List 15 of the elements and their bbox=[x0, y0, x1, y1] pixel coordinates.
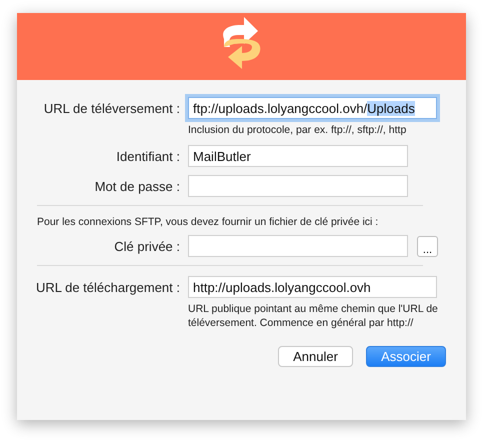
input-field[interactable]: http://uploads.lolyangccool.ovh bbox=[188, 276, 437, 298]
note-text: Pour les connexions SFTP, vous devez fournir un fichier de clé privée ici : bbox=[37, 216, 380, 228]
field-label: Identifiant : bbox=[115, 148, 181, 164]
hint-text: Inclusion du protocole, par ex. ftp://, sftp://, http bbox=[188, 123, 408, 137]
input-field[interactable] bbox=[188, 235, 408, 257]
field-label: URL de téléchargement : bbox=[34, 280, 181, 294]
hint-text: URL publique pointant au même chemin que l'URL de téléversement. Commence en général par http:// bbox=[188, 302, 438, 330]
input-field[interactable]: MailButler bbox=[188, 145, 408, 167]
field-label: Mot de passe : bbox=[94, 178, 181, 194]
input-field[interactable] bbox=[188, 175, 408, 197]
field-label: Clé privée : bbox=[113, 238, 181, 254]
browse-button[interactable]: ... bbox=[417, 236, 438, 256]
input-field[interactable]: ftp://uploads.lolyangccool.ovh/Uploads bbox=[188, 97, 437, 119]
field-label: URL de téléversement : bbox=[42, 100, 181, 116]
cancel-button[interactable]: Annuler bbox=[278, 346, 353, 367]
